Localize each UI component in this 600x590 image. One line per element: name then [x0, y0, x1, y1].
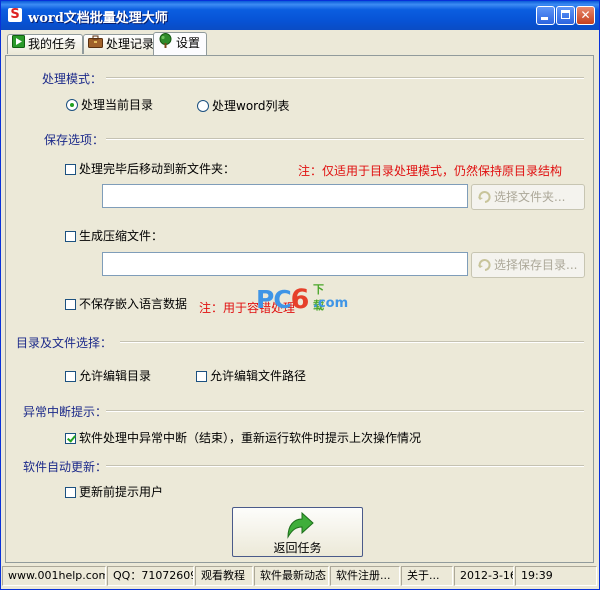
- mode-section-heading: 处理模式：: [42, 72, 103, 86]
- tab-strip: 我的任务 处理记录 设置: [5, 32, 595, 55]
- close-icon: ✕: [580, 8, 591, 22]
- tree-icon: [158, 33, 173, 54]
- radio-unselected-icon: [197, 100, 209, 112]
- checkbox-unchecked-icon: [65, 164, 76, 175]
- minimize-button[interactable]: [536, 6, 555, 25]
- move-note: 注：仅适用于目录处理模式，仍然保持原目录结构: [298, 164, 563, 178]
- app-logo-icon[interactable]: S: [8, 8, 22, 22]
- save-section-heading: 保存选项：: [44, 133, 105, 147]
- divider: [106, 410, 584, 412]
- minimize-icon: [541, 17, 548, 20]
- divider: [120, 341, 584, 343]
- status-register-link[interactable]: 软件注册...: [330, 566, 400, 586]
- status-date: 2012-3-16: [454, 566, 514, 586]
- allow-edit-path-checkbox[interactable]: 允许编辑文件路径: [196, 369, 306, 383]
- title-bar[interactable]: S word文档批量处理大师 ✕: [1, 1, 599, 30]
- window-title: word文档批量处理大师: [28, 11, 168, 26]
- checkbox-unchecked-icon: [65, 231, 76, 242]
- close-button[interactable]: ✕: [576, 6, 595, 25]
- no-embedded-lang-checkbox[interactable]: 不保存嵌入语言数据: [65, 297, 187, 311]
- update-section-heading: 软件自动更新：: [23, 460, 108, 474]
- settings-panel: 处理模式： 处理当前目录 处理word列表 保存选项： 处理完毕后移动到新文件夹…: [5, 55, 594, 563]
- maximize-icon: [561, 10, 570, 19]
- status-tutorial-link[interactable]: 观看教程: [195, 566, 253, 586]
- divider: [106, 465, 584, 467]
- status-qq: QQ：710726095: [107, 566, 194, 586]
- status-bar: www.001help.com QQ：710726095 观看教程 软件最新动态…: [1, 564, 599, 589]
- status-news-link[interactable]: 软件最新动态: [254, 566, 329, 586]
- play-icon: [12, 35, 25, 54]
- checkbox-unchecked-icon: [65, 299, 76, 310]
- tab-settings[interactable]: 设置: [153, 32, 208, 55]
- folder-path-input[interactable]: [102, 184, 468, 208]
- lang-note: 注：用于容错处理: [199, 301, 296, 315]
- radio-selected-icon: [66, 99, 78, 111]
- tab-my-tasks[interactable]: 我的任务: [7, 34, 84, 54]
- status-about-link[interactable]: 关于...: [401, 566, 453, 586]
- refresh-arrow-icon: [478, 191, 491, 203]
- tab-records[interactable]: 处理记录: [83, 34, 162, 54]
- app-window: S word文档批量处理大师 ✕ 我的任务 处理记录 设置 处理模式： 处理当前…: [0, 0, 600, 590]
- divider: [106, 138, 584, 140]
- refresh-arrow-icon: [478, 259, 491, 271]
- checkbox-unchecked-icon: [65, 487, 76, 498]
- status-website-link[interactable]: www.001help.com: [2, 566, 106, 586]
- mode-current-dir-radio[interactable]: 处理当前目录: [66, 98, 153, 112]
- maximize-button[interactable]: [556, 6, 575, 25]
- dir-section-heading: 目录及文件选择：: [16, 336, 113, 350]
- error-section-heading: 异常中断提示：: [23, 405, 108, 419]
- checkbox-unchecked-icon: [196, 371, 207, 382]
- select-folder-button[interactable]: 选择文件夹...: [471, 184, 585, 210]
- status-time: 19:39: [515, 566, 597, 586]
- checkbox-checked-icon: [65, 433, 76, 444]
- checkbox-unchecked-icon: [65, 371, 76, 382]
- mode-word-list-radio[interactable]: 处理word列表: [197, 99, 290, 113]
- error-prompt-checkbox[interactable]: 软件处理中异常中断（结束），重新运行软件时提示上次操作情况: [65, 431, 421, 445]
- move-to-folder-checkbox[interactable]: 处理完毕后移动到新文件夹：: [65, 162, 235, 176]
- green-arrow-icon: [287, 511, 314, 539]
- zip-path-input[interactable]: [102, 252, 468, 276]
- divider: [106, 77, 584, 79]
- allow-edit-dir-checkbox[interactable]: 允许编辑目录: [65, 369, 151, 383]
- generate-zip-checkbox[interactable]: 生成压缩文件：: [65, 229, 163, 243]
- briefcase-icon: [88, 35, 103, 54]
- return-task-button[interactable]: 返回任务: [232, 507, 363, 557]
- update-prompt-checkbox[interactable]: 更新前提示用户: [65, 485, 163, 499]
- select-save-dir-button[interactable]: 选择保存目录...: [471, 252, 585, 278]
